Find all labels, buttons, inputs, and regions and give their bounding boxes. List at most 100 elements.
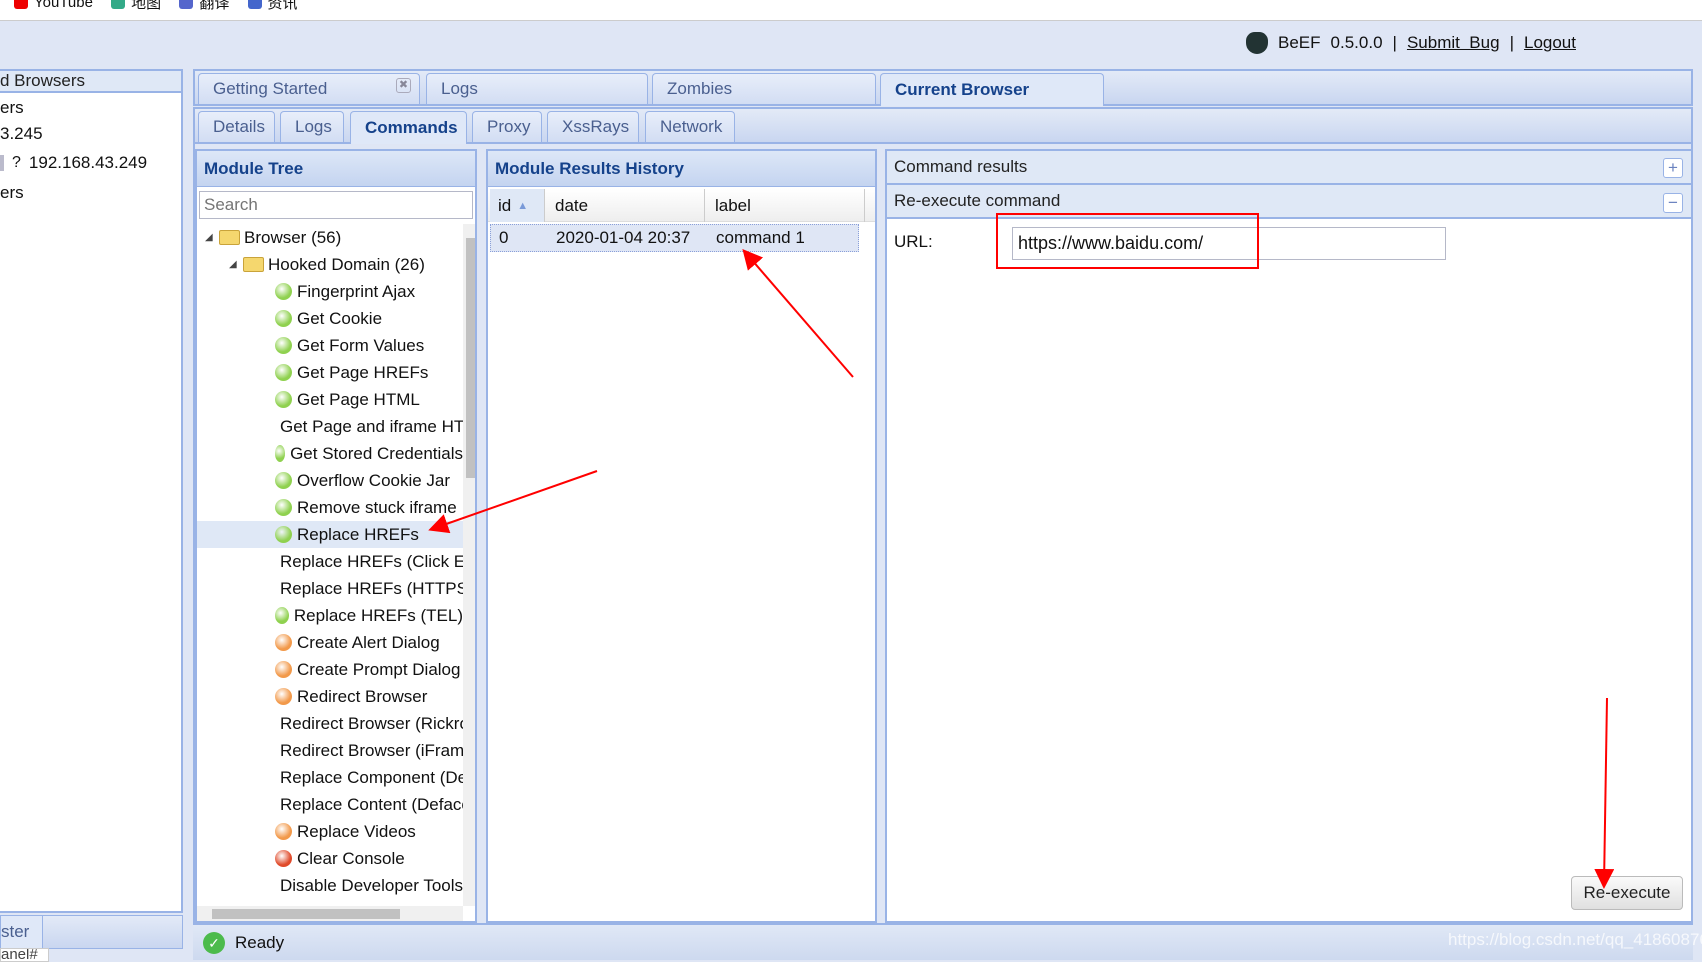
reexecute-button[interactable]: Re-execute [1571,876,1683,910]
status-green-icon [275,445,286,462]
expand-icon[interactable]: ◢ [205,232,219,243]
command-panel: Command results + Re-execute command − U… [885,149,1693,923]
column-id[interactable]: id ▲ [490,189,545,222]
app-name: BeEF [1278,33,1321,52]
beef-logo-icon [1246,32,1268,54]
table-row[interactable]: 0 2020-01-04 20:37 command 1 [490,224,859,252]
module-item[interactable]: Replace HREFs (HTTPS) [197,575,463,602]
check-icon: ✓ [203,931,225,954]
folder-icon [243,257,264,272]
module-item[interactable]: Get Page and iframe HTML [197,413,463,440]
module-results-panel: Module Results History id ▲ date label 0 … [486,149,877,923]
logout-link[interactable]: Logout [1524,33,1576,53]
horizontal-scrollbar[interactable] [197,906,463,921]
bookmark-news[interactable]: 资讯 [247,0,298,13]
command-results-title: Command results [894,157,1028,176]
tree-item[interactable]: ers [0,183,24,203]
expand-icon[interactable]: + [1663,158,1683,178]
module-item[interactable]: Get Stored Credentials [197,440,463,467]
close-icon[interactable]: ✖ [396,78,411,93]
folder-icon [219,230,240,245]
column-label[interactable]: label [706,189,865,222]
module-item[interactable]: Redirect Browser (iFrame) [197,737,463,764]
tab-roster[interactable]: ster [1,916,43,948]
module-item[interactable]: Replace HREFs (Click Events) [197,548,463,575]
tab-commands[interactable]: Commands [350,111,467,144]
module-item[interactable]: Replace Content (Deface) [197,791,463,818]
module-item[interactable]: Redirect Browser [197,683,463,710]
browser-item[interactable]: ? 192.168.43.249 [0,153,147,173]
status-green-icon [275,391,292,408]
bookmark-maps[interactable]: 地图 [111,0,161,13]
module-tree-panel: Module Tree ◢ Browser (56) ◢ Hooked Domain… [195,149,477,923]
module-tree-title: Module Tree [197,151,475,187]
module-item[interactable]: Fingerprint Ajax [197,278,463,305]
module-label: Fingerprint Ajax [297,281,416,301]
separator: | [1392,33,1397,52]
module-item[interactable]: Replace HREFs (TEL) [197,602,463,629]
scrollbar-thumb[interactable] [212,909,400,919]
command-results-header: Command results + [887,151,1691,185]
browser-icon [0,155,4,171]
module-item[interactable]: Disable Developer Tools [197,872,463,899]
module-item[interactable]: Create Prompt Dialog [197,656,463,683]
module-item[interactable]: Replace HREFs [197,521,463,548]
status-green-icon [275,364,292,381]
tab-label: Logs [295,117,332,136]
cell-label: command 1 [716,228,805,247]
column-date[interactable]: date [546,189,705,222]
module-item[interactable]: Overflow Cookie Jar [197,467,463,494]
module-label: Replace HREFs (Click Events) [280,551,463,571]
left-bottom-tabs: ster [0,915,183,949]
module-tree: ◢ Browser (56) ◢ Hooked Domain (26) Finger… [197,224,463,906]
tree-node-browser[interactable]: ◢ Browser (56) [197,224,463,251]
tab-proxy[interactable]: Proxy [472,111,542,142]
module-item[interactable]: Get Page HREFs [197,359,463,386]
maps-icon [111,0,126,9]
tree-node-hooked-domain[interactable]: ◢ Hooked Domain (26) [197,251,463,278]
module-label: Replace Component (Deface) [280,767,463,787]
module-label: Redirect Browser (Rickroll) [280,713,463,733]
module-item[interactable]: Remove stuck iframe [197,494,463,521]
tab-network[interactable]: Network [645,111,735,142]
node-label: Hooked Domain (26) [268,254,425,274]
tab-getting-started[interactable]: Getting Started ✖ [198,73,420,104]
module-item[interactable]: Get Form Values [197,332,463,359]
expand-icon[interactable]: ◢ [229,259,243,270]
bookmark-youtube[interactable]: YouTube [14,0,93,11]
submit-bug-link[interactable]: Submit Bug [1407,33,1500,53]
module-item[interactable]: Get Cookie [197,305,463,332]
module-item[interactable]: Clear Console [197,845,463,872]
watermark: https://blog.csdn.net/qq_41860876 [1448,930,1702,949]
collapse-icon[interactable]: − [1663,193,1683,213]
module-search-input[interactable] [199,191,473,219]
status-text: Ready [235,932,285,952]
module-label: Create Prompt Dialog [297,659,461,679]
status-green-icon [275,499,292,516]
tab-logs[interactable]: Logs [280,111,344,142]
tab-logs[interactable]: Logs [426,73,648,104]
module-item[interactable]: Get Page HTML [197,386,463,413]
tab-label: Logs [441,79,478,98]
tab-xssrays[interactable]: XssRays [547,111,639,142]
scrollbar-thumb[interactable] [466,238,475,478]
tab-details[interactable]: Details [198,111,275,142]
tab-zombies[interactable]: Zombies [652,73,876,104]
module-item[interactable]: Replace Videos [197,818,463,845]
youtube-icon [14,0,28,9]
sort-asc-icon: ▲ [517,199,529,212]
reexecute-title: Re-execute command [894,191,1061,210]
module-item[interactable]: Redirect Browser (Rickroll) [197,710,463,737]
module-item[interactable]: Create Alert Dialog [197,629,463,656]
vertical-scrollbar[interactable] [463,224,475,906]
status-green-icon [275,283,292,300]
tab-current-browser[interactable]: Current Browser [880,73,1104,106]
status-red-icon [275,850,292,867]
bookmark-translate[interactable]: 翻译 [179,0,229,13]
results-title: Module Results History [488,151,875,187]
tree-item[interactable]: ers [0,98,24,118]
tree-item[interactable]: 3.245 [0,124,43,144]
status-orange-icon [275,688,292,705]
module-label: Remove stuck iframe [297,497,457,517]
module-item[interactable]: Replace Component (Deface) [197,764,463,791]
